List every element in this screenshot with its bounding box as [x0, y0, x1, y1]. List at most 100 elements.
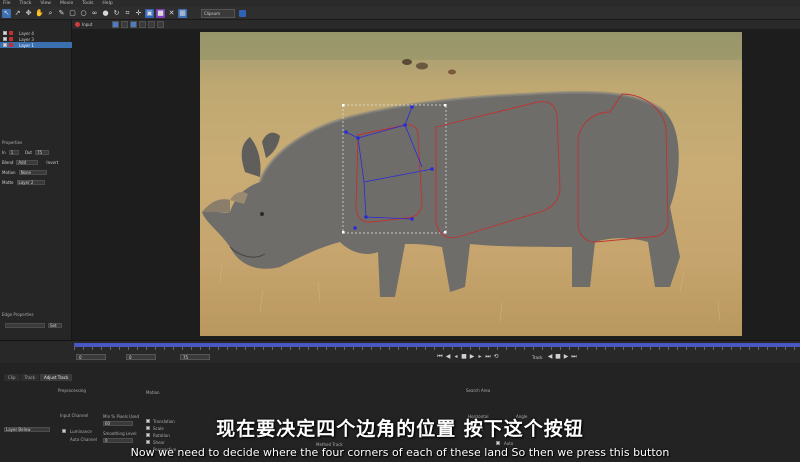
show-surface-icon[interactable]: [130, 21, 138, 28]
invert-label: Invert: [46, 160, 59, 165]
layer-color-icon: [9, 37, 13, 41]
edge-properties-title: Edge Properties: [2, 312, 34, 317]
transform-tool-icon[interactable]: ✥: [24, 9, 33, 18]
select-tool-icon[interactable]: ↖: [2, 8, 11, 18]
main-toolbar: ↖ ↗ ✥ ✋ ⌕ ✎ ▢ ○ ∞ ● ↻ ⌗ ✛ ▣ ■ ✕ ▦ Clipsu…: [0, 7, 800, 20]
subtitle-english: Now we need to decide where the four cor…: [130, 446, 670, 459]
track-label: Track: [532, 355, 543, 360]
blend-label: Blend: [2, 160, 14, 165]
crop-tool-icon[interactable]: ⌗: [123, 9, 132, 18]
grid-tool-icon[interactable]: ▦: [178, 8, 187, 18]
stop-icon[interactable]: ■: [460, 353, 468, 361]
menu-file[interactable]: File: [3, 1, 11, 6]
motion-row: Motion None: [2, 170, 47, 175]
play-back-icon[interactable]: ◂: [452, 353, 460, 361]
out-field[interactable]: 75: [34, 150, 49, 155]
transport-controls: ⏮ ◀ ◂ ■ ▶ ▸ ⏭ ⟲: [436, 353, 500, 361]
go-end-icon[interactable]: ⏭: [484, 353, 492, 361]
timeline: 0 0 75 ⏮ ◀ ◂ ■ ▶ ▸ ⏭ ⟲ Track ◀ ■ ▶ ⏭: [0, 340, 800, 363]
in-out-row: In 1 Out 75: [2, 150, 49, 155]
auto-checkbox[interactable]: [496, 441, 500, 445]
visibility-checkbox[interactable]: [3, 43, 7, 47]
track-forward-icon[interactable]: ▶: [562, 353, 570, 361]
layer-name: Layer 4: [19, 30, 34, 36]
timeline-ruler[interactable]: [74, 347, 800, 350]
show-spline-icon[interactable]: [112, 21, 120, 28]
layer-name: Layer 1: [19, 42, 34, 48]
move-tool-icon[interactable]: ✛: [134, 9, 143, 18]
motion-label: Motion: [146, 390, 160, 395]
menu-bar: File Track View Movie Tools Help: [0, 0, 800, 7]
view-option-icon[interactable]: [239, 9, 246, 17]
menu-tools[interactable]: Tools: [82, 1, 93, 6]
layer-name: Layer 3: [19, 36, 34, 42]
surface-tool-icon[interactable]: ▣: [145, 8, 154, 18]
frame-start-field[interactable]: 0: [76, 354, 106, 360]
viewer[interactable]: [72, 29, 800, 340]
tab-clip[interactable]: Clip: [4, 374, 20, 381]
visibility-checkbox[interactable]: [3, 31, 7, 35]
preprocessing-label: Preprocessing: [58, 388, 86, 393]
planar-surface-icon[interactable]: ■: [156, 8, 165, 18]
step-forward-icon[interactable]: ▸: [476, 353, 484, 361]
viewer-toolbar: Input: [72, 20, 800, 29]
ellipse-tool-icon[interactable]: ○: [79, 9, 88, 18]
pointer-tool-icon[interactable]: ↗: [13, 9, 22, 18]
zoom-tool-icon[interactable]: ⌕: [46, 9, 55, 18]
frame-end-field[interactable]: 75: [180, 354, 210, 360]
track-end-icon[interactable]: ⏭: [570, 353, 578, 361]
show-grid-icon[interactable]: [139, 21, 147, 28]
layers-list: Layer 4 Layer 3 Layer 1: [0, 30, 72, 48]
show-layers-icon[interactable]: [157, 21, 165, 28]
edge-slider[interactable]: [5, 323, 45, 328]
params-tabs: Clip Track Adjust Track: [4, 374, 73, 381]
motion-label: Motion: [2, 170, 16, 175]
track-controls: ◀ ■ ▶ ⏭: [546, 353, 578, 361]
matte-select[interactable]: Layer 2: [16, 180, 45, 185]
in-label: In: [2, 150, 6, 155]
show-matte-icon[interactable]: [121, 21, 129, 28]
tab-adjust-track[interactable]: Adjust Track: [40, 374, 73, 381]
loop-icon[interactable]: ⟲: [492, 353, 500, 361]
layer-color-icon: [9, 43, 13, 47]
layer-color-icon: [9, 31, 13, 35]
rectangle-tool-icon[interactable]: ▢: [68, 9, 77, 18]
visibility-checkbox[interactable]: [3, 37, 7, 41]
blend-row: Blend Add Invert: [2, 160, 58, 165]
refresh-tool-icon[interactable]: ↻: [112, 9, 121, 18]
menu-movie[interactable]: Movie: [60, 1, 73, 6]
menu-view[interactable]: View: [40, 1, 51, 6]
tab-track[interactable]: Track: [20, 374, 40, 381]
out-label: Out: [24, 150, 32, 155]
record-icon: [75, 22, 80, 27]
rhino-image[interactable]: [200, 32, 742, 336]
motion-select[interactable]: None: [18, 170, 47, 175]
subtitle-chinese: 现在要决定四个边角的位置 按下这个按钮: [216, 418, 584, 440]
matte-label: Matte: [2, 180, 14, 185]
blend-select[interactable]: Add: [16, 160, 39, 165]
step-back-icon[interactable]: ◀: [444, 353, 452, 361]
circle-tool-icon[interactable]: ●: [101, 9, 110, 18]
link-tool-icon[interactable]: ∞: [90, 9, 99, 18]
search-area-label: Search Area: [466, 388, 491, 393]
in-field[interactable]: 1: [8, 150, 19, 155]
pen-tool-icon[interactable]: ✎: [57, 9, 66, 18]
input-label[interactable]: Input: [82, 22, 92, 27]
track-back-icon[interactable]: ◀: [546, 353, 554, 361]
go-start-icon[interactable]: ⏮: [436, 353, 444, 361]
close-tool-icon[interactable]: ✕: [167, 9, 176, 18]
hand-tool-icon[interactable]: ✋: [35, 9, 44, 18]
properties-title: Properties: [2, 140, 23, 145]
play-icon[interactable]: ▶: [468, 353, 476, 361]
track-stop-icon[interactable]: ■: [554, 353, 562, 361]
edge-set-button[interactable]: Set: [48, 323, 62, 328]
frame-current-field[interactable]: 0: [126, 354, 156, 360]
menu-track[interactable]: Track: [20, 1, 32, 6]
rhino-illustration: [200, 32, 742, 323]
view-select[interactable]: Clipsum: [201, 8, 235, 18]
menu-help[interactable]: Help: [102, 1, 112, 6]
left-panel: Layer 4 Layer 3 Layer 1 Properties In 1 …: [0, 20, 72, 340]
matte-row: Matte Layer 2: [2, 180, 45, 185]
show-planar-icon[interactable]: [148, 21, 156, 28]
layer-row-selected[interactable]: Layer 1: [0, 42, 72, 48]
